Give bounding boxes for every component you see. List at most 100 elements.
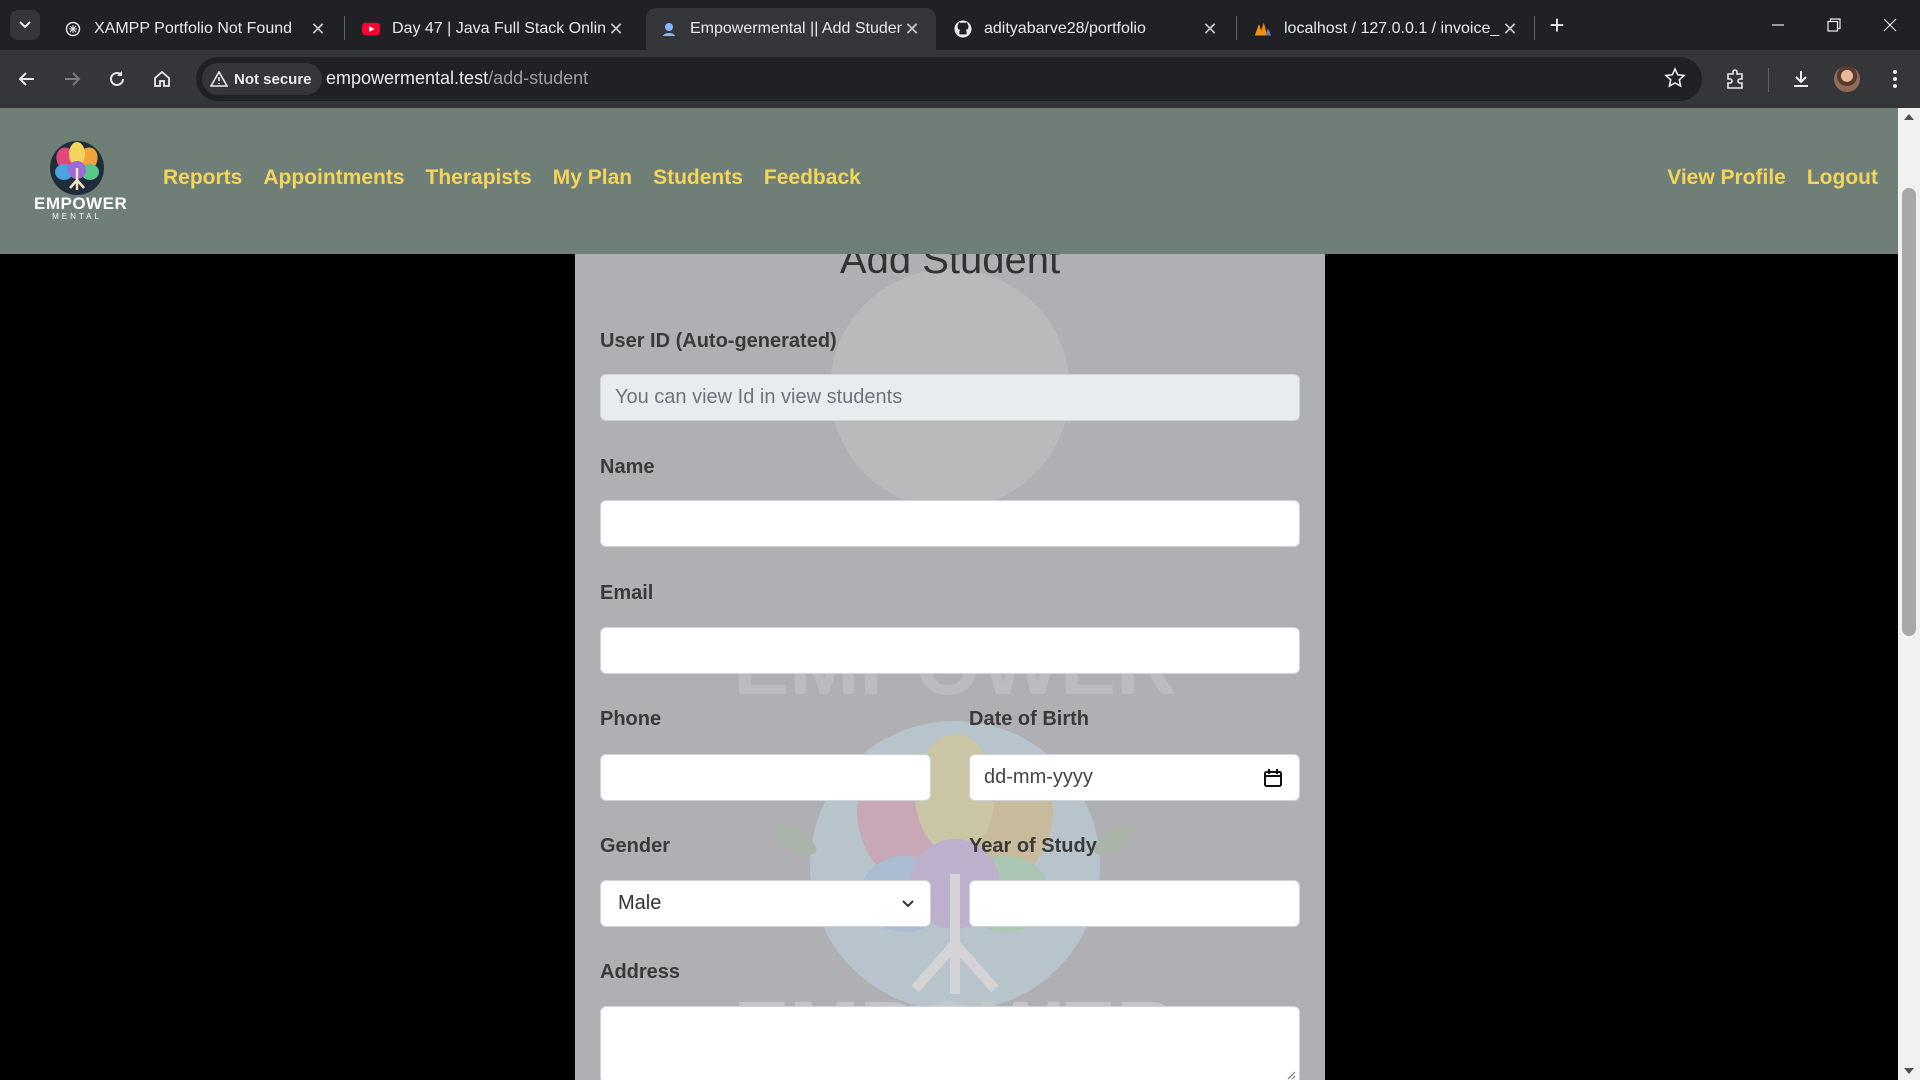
phone-input[interactable] [600,754,931,801]
site-favicon [660,20,678,38]
scroll-down-arrow-icon[interactable] [1904,1068,1914,1074]
url-text[interactable]: empowermental.test/add-student [326,68,588,89]
page-title: Add Student [839,254,1061,282]
name-label: Name [600,456,655,478]
user-nav: View Profile Logout [1667,166,1878,190]
page-scrollbar[interactable] [1898,108,1920,1080]
dob-label: Date of Birth [969,708,1089,730]
profile-avatar[interactable] [1834,66,1860,92]
youtube-icon [362,20,380,38]
url-path: /add-student [488,68,589,88]
resize-grip-icon[interactable] [1286,1070,1296,1080]
tab-title: XAMPP Portfolio Not Found [94,20,293,37]
download-icon [1794,71,1808,87]
browser-menu-button[interactable] [1878,62,1912,96]
reload-button[interactable] [100,62,134,96]
gender-selected-value: Male [618,892,662,914]
close-icon [1883,18,1897,32]
restore-icon [1827,18,1841,32]
nav-link-therapists[interactable]: Therapists [426,166,532,190]
minimize-button[interactable] [1750,0,1806,50]
tab-title: Day 47 | Java Full Stack Online T [392,20,606,37]
nav-link-my-plan[interactable]: My Plan [553,166,632,190]
gender-select[interactable]: Male [600,880,931,927]
browser-tab-strip: XAMPP Portfolio Not Found ✕ Day 47 | Jav… [0,0,1920,50]
site-header: EMPOWER MENTAL Reports Appointments Ther… [0,108,1898,254]
user-id-label: User ID (Auto-generated) [600,330,837,352]
close-window-button[interactable] [1862,0,1918,50]
year-of-study-label: Year of Study [969,835,1097,857]
tab-title: Empowermental || Add Student [690,20,902,37]
github-icon [954,20,972,38]
kebab-menu-icon [1893,70,1897,88]
chevron-down-icon [19,21,31,29]
back-button[interactable] [10,62,44,96]
nav-link-feedback[interactable]: Feedback [764,166,861,190]
close-icon[interactable]: ✕ [1200,19,1220,40]
extensions-button[interactable] [1718,62,1752,96]
tab-title: localhost / 127.0.0.1 / invoice_n [1284,20,1500,37]
tab-youtube[interactable]: Day 47 | Java Full Stack Online T ✕ [348,8,640,50]
tab-separator [1236,16,1237,40]
tab-search-button[interactable] [10,10,40,40]
close-icon[interactable]: ✕ [902,19,922,40]
home-icon [154,70,170,87]
user-id-placeholder: You can view Id in view students [615,386,903,408]
dob-input[interactable]: dd-mm-yyyy [969,754,1300,801]
logo-subtext: MENTAL [52,212,102,221]
scroll-up-arrow-icon[interactable] [1904,114,1914,120]
security-chip[interactable]: Not secure [202,63,322,95]
nav-link-appointments[interactable]: Appointments [263,166,404,190]
close-icon[interactable]: ✕ [308,19,328,40]
calendar-icon[interactable] [1263,768,1283,788]
address-textarea[interactable] [600,1006,1300,1080]
warning-icon [210,71,228,87]
security-label: Not secure [234,70,312,88]
tab-github[interactable]: adityabarve28/portfolio ✕ [940,8,1234,50]
tab-empowermental-active[interactable]: Empowermental || Add Student ✕ [646,8,936,50]
gender-label: Gender [600,835,671,857]
view-profile-link[interactable]: View Profile [1667,166,1786,190]
page-viewport: EMPOWER MENTAL Reports Appointments Ther… [0,108,1920,1080]
bookmark-star-icon[interactable] [1664,67,1686,94]
main-nav: Reports Appointments Therapists My Plan … [163,166,861,190]
address-bar[interactable]: Not secure empowermental.test/add-studen… [196,57,1702,101]
close-icon[interactable]: ✕ [1500,19,1520,40]
add-student-form-card: EMPOWER EMPOWER Add Student User ID (Aut… [575,254,1325,1080]
restore-button[interactable] [1806,0,1862,50]
nav-link-reports[interactable]: Reports [163,166,242,190]
nav-link-students[interactable]: Students [653,166,743,190]
arrow-left-icon [18,72,34,86]
close-icon[interactable]: ✕ [606,19,626,40]
plus-icon: + [1549,9,1565,40]
name-input[interactable] [600,500,1300,547]
xampp-icon [64,20,82,38]
phpmyadmin-icon [1254,20,1272,38]
tab-phpmyadmin[interactable]: localhost / 127.0.0.1 / invoice_n ✕ [1240,8,1534,50]
empower-mental-logo[interactable]: EMPOWER MENTAL [34,138,128,224]
email-label: Email [600,582,654,604]
downloads-button[interactable] [1784,62,1818,96]
url-host: empowermental.test [326,68,489,88]
forward-button[interactable] [55,62,89,96]
logout-link[interactable]: Logout [1807,166,1878,190]
tab-separator [1534,16,1535,40]
toolbar-divider [1768,68,1769,92]
puzzle-icon [1727,69,1743,89]
scrollbar-thumb[interactable] [1902,188,1916,636]
arrow-right-icon [65,72,81,86]
phone-label: Phone [600,708,662,730]
year-of-study-input[interactable] [969,880,1300,927]
tab-separator [344,16,345,40]
logo-text: EMPOWER [34,194,128,213]
reload-icon [110,71,124,86]
user-id-field[interactable]: You can view Id in view students [600,374,1300,421]
new-tab-button[interactable]: + [1542,10,1572,40]
tab-xampp[interactable]: XAMPP Portfolio Not Found ✕ [50,8,342,50]
address-label: Address [600,961,681,983]
email-input[interactable] [600,627,1300,674]
home-button[interactable] [145,62,179,96]
browser-toolbar: Not secure empowermental.test/add-studen… [0,50,1920,108]
chevron-down-icon [902,899,914,907]
tab-title: adityabarve28/portfolio [984,20,1146,37]
